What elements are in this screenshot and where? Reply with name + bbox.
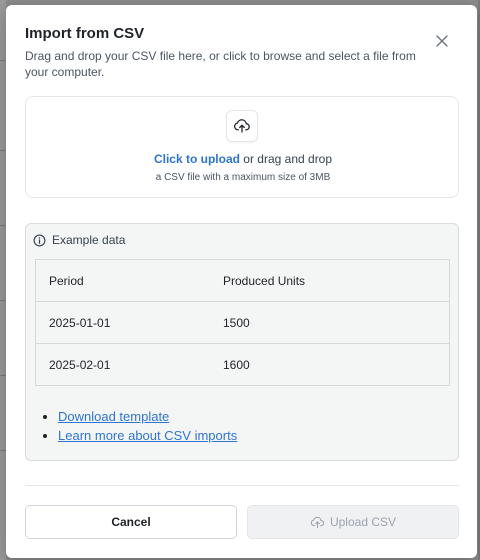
download-template-link[interactable]: Download template — [58, 409, 169, 424]
table-cell: 1500 — [223, 315, 250, 330]
dialog-description: Drag and drop your CSV file here, or cli… — [25, 49, 416, 79]
example-data-panel: Example data Period Produced Units 2025-… — [25, 223, 459, 461]
file-dropzone[interactable]: Click to upload or drag and drop a CSV f… — [25, 96, 459, 198]
example-table: Period Produced Units 2025-01-01 1500 20… — [35, 259, 450, 386]
upload-icon-box — [226, 110, 258, 142]
upload-csv-button[interactable]: Upload CSV — [247, 505, 459, 539]
footer-divider — [25, 485, 459, 486]
cancel-button[interactable]: Cancel — [25, 505, 237, 539]
upload-csv-label: Upload CSV — [329, 515, 397, 529]
example-data-heading: Example data — [52, 233, 126, 247]
column-header: Period — [49, 273, 84, 288]
list-item: Download template — [58, 407, 237, 426]
list-item: Learn more about CSV imports — [58, 426, 237, 445]
table-cell: 2025-01-01 — [49, 315, 111, 330]
upload-icon — [310, 516, 325, 528]
table-row: 2025-01-01 1500 — [36, 302, 449, 344]
dropzone-instructions: Click to upload or drag and drop — [26, 152, 460, 166]
upload-icon — [234, 119, 250, 133]
help-links: Download template Learn more about CSV i… — [45, 407, 237, 445]
table-header-row: Period Produced Units — [36, 260, 449, 302]
info-icon — [33, 234, 46, 246]
table-cell: 2025-02-01 — [49, 357, 111, 372]
drag-drop-text: or drag and drop — [239, 152, 333, 166]
learn-more-link[interactable]: Learn more about CSV imports — [58, 428, 237, 443]
table-cell: 1600 — [223, 357, 250, 372]
click-to-upload-link[interactable]: Click to upload — [154, 152, 240, 166]
import-csv-dialog: Import from CSV Drag and drop your CSV f… — [6, 5, 477, 558]
dialog-title: Import from CSV — [25, 25, 145, 42]
table-row: 2025-02-01 1600 — [36, 344, 449, 385]
column-header: Produced Units — [223, 273, 306, 288]
close-icon — [436, 35, 448, 47]
example-data-header: Example data — [33, 233, 125, 247]
close-button[interactable] — [432, 31, 452, 51]
file-size-hint: a CSV file with a maximum size of 3MB — [155, 172, 331, 183]
